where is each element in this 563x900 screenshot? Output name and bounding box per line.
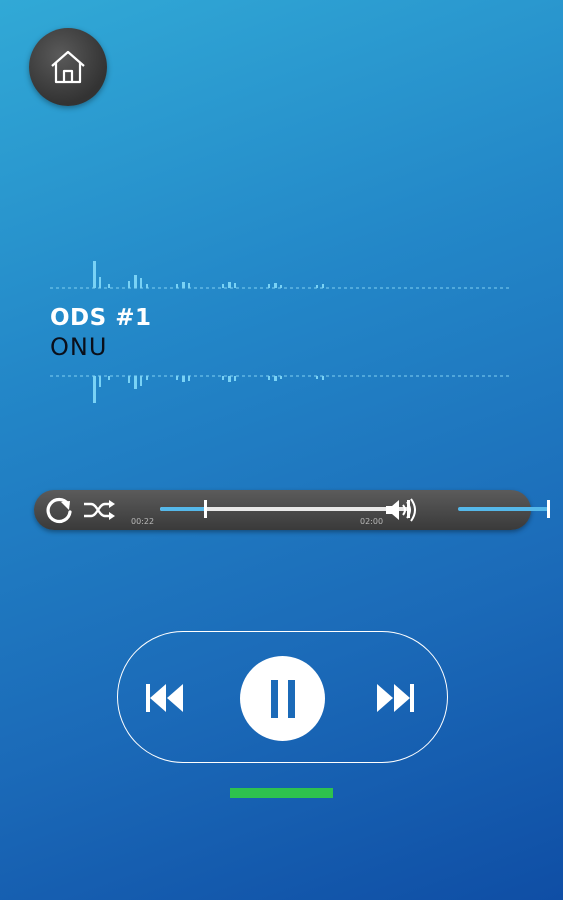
elapsed-time: 00:22 — [131, 517, 155, 526]
player-progress-bar: 00:22 02:00 — [34, 490, 550, 530]
track-title: ODS #1 — [50, 305, 152, 331]
waveform-bottom — [50, 375, 512, 403]
volume-thumb[interactable] — [547, 500, 550, 518]
status-indicator — [230, 788, 333, 798]
next-icon — [377, 684, 414, 712]
volume-icon[interactable] — [384, 497, 420, 523]
seek-thumb[interactable] — [203, 500, 207, 518]
shuffle-icon[interactable] — [82, 496, 116, 524]
pause-icon — [270, 679, 295, 718]
track-artist: ONU — [50, 333, 108, 361]
home-icon — [51, 50, 85, 84]
waveform-top — [50, 261, 512, 289]
repeat-icon[interactable] — [42, 493, 76, 527]
home-button[interactable] — [29, 28, 107, 106]
seek-slider[interactable] — [160, 500, 410, 518]
next-button[interactable] — [374, 678, 416, 718]
playback-controls — [117, 631, 448, 763]
pause-button[interactable] — [240, 656, 325, 741]
seek-played — [160, 507, 205, 511]
previous-button[interactable] — [144, 678, 186, 718]
total-duration: 02:00 — [360, 517, 384, 526]
previous-icon — [146, 684, 183, 712]
volume-slider[interactable] — [458, 500, 550, 518]
